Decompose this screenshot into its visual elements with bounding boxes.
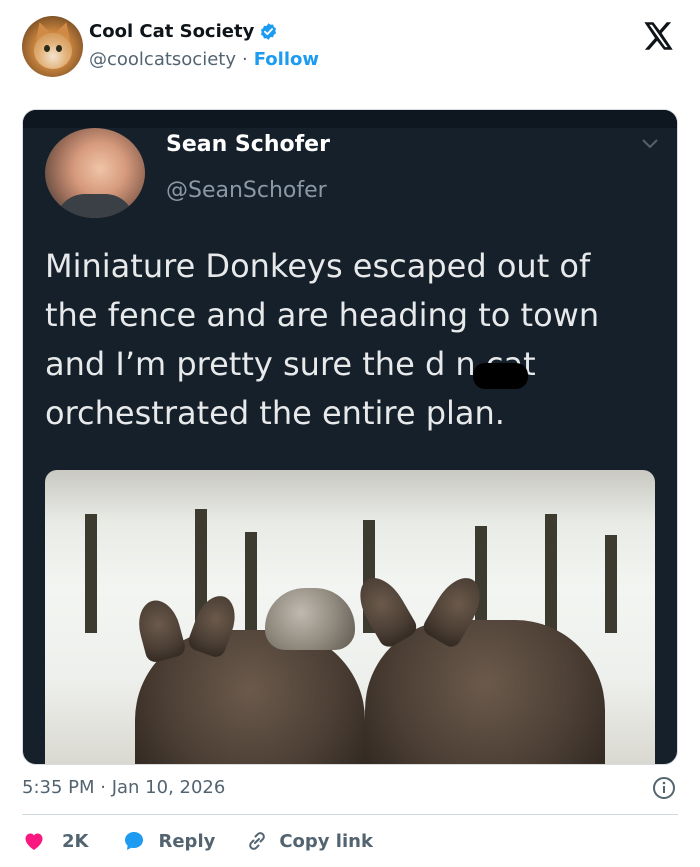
x-logo-icon[interactable] xyxy=(644,22,674,50)
embedded-author-handle: @SeanSchofer xyxy=(166,178,327,203)
account-name-row: Cool Cat Society xyxy=(89,21,278,42)
chevron-down-icon xyxy=(642,139,658,149)
embedded-tweet-text: Miniature Donkeys escaped out of the fen… xyxy=(45,247,600,432)
tree xyxy=(475,526,487,633)
link-icon xyxy=(249,832,266,850)
post-timestamp[interactable]: 5:35 PM · Jan 10, 2026 xyxy=(22,777,225,798)
tree xyxy=(245,532,257,633)
tree xyxy=(605,535,617,633)
action-bar: 2K Reply Copy link xyxy=(22,826,373,856)
donkey-right xyxy=(365,620,605,764)
info-icon[interactable] xyxy=(652,776,676,800)
reply-bubble-icon xyxy=(125,832,144,850)
redaction-bar xyxy=(473,363,528,389)
tree xyxy=(545,514,557,633)
embedded-screenshot[interactable]: Sean Schofer @SeanSchofer Miniature Donk… xyxy=(22,109,678,765)
cat-eye-left xyxy=(44,45,50,52)
reply-button[interactable]: Reply xyxy=(122,829,215,853)
copy-link-button[interactable]: Copy link xyxy=(245,829,373,853)
follow-button[interactable]: Follow xyxy=(254,49,319,70)
account-handle-row: @coolcatsociety · Follow xyxy=(89,49,319,70)
embedded-author-name: Sean Schofer xyxy=(166,132,330,157)
copy-link-label: Copy link xyxy=(279,830,373,852)
reply-label: Reply xyxy=(158,830,216,852)
divider xyxy=(22,814,678,815)
like-button[interactable]: 2K xyxy=(22,829,88,853)
cat-face xyxy=(34,33,72,69)
account-avatar[interactable] xyxy=(22,16,83,77)
cat-eye-right xyxy=(56,45,62,52)
like-count: 2K xyxy=(62,830,89,852)
heart-icon xyxy=(25,833,43,850)
screenshot-topbar xyxy=(23,110,677,128)
cat xyxy=(265,588,355,650)
avatar-shirt xyxy=(55,194,135,218)
post-header: Cool Cat Society @coolcatsociety · Follo… xyxy=(22,16,682,80)
separator-dot: · xyxy=(241,49,248,70)
account-handle[interactable]: @coolcatsociety xyxy=(89,49,236,70)
account-name[interactable]: Cool Cat Society xyxy=(89,21,254,42)
donkeys-and-cat-photo xyxy=(45,470,655,764)
tree xyxy=(85,514,97,633)
embedded-avatar xyxy=(45,128,145,218)
donkey-left-ear xyxy=(132,595,188,665)
verified-badge-icon xyxy=(261,23,277,40)
